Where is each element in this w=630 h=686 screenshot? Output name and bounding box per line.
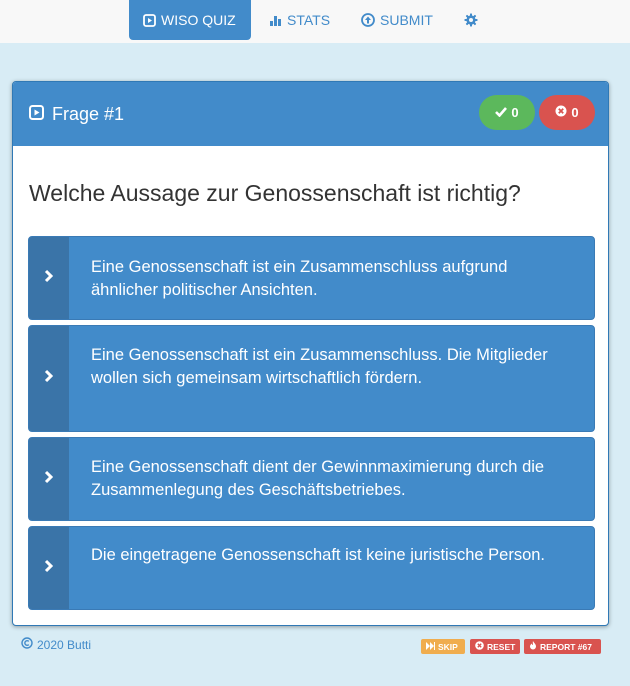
answer-option-stripe <box>29 237 69 319</box>
skip-button[interactable]: SKIP <box>421 639 465 654</box>
times-circle-icon <box>555 105 567 120</box>
answer-option-stripe <box>29 438 69 520</box>
nav-quiz-tab[interactable]: WISO QUIZ <box>129 0 251 40</box>
nav-quiz-label: WISO QUIZ <box>161 12 236 28</box>
nav-stats-label: STATS <box>287 12 331 28</box>
question-text: Welche Aussage zur Genossenschaft ist ri… <box>29 180 521 206</box>
answer-option-text: Eine Genossenschaft ist ein Zusammenschl… <box>91 346 548 387</box>
correct-count-badge: 0 <box>479 95 535 130</box>
question-number-label: Frage #1 <box>52 104 125 124</box>
skip-label: SKIP <box>438 641 458 652</box>
answer-option[interactable]: Eine Genossenschaft ist ein Zusammenschl… <box>28 325 595 432</box>
wrong-count-badge: 0 <box>539 95 595 130</box>
wrong-count: 0 <box>571 105 579 120</box>
nav-submit-label: SUBMIT <box>380 12 433 28</box>
question-card-header: Frage #1 0 0 <box>13 82 608 146</box>
times-circle-icon <box>475 641 484 652</box>
answer-option-text: Eine Genossenschaft dient der Gewinnmaxi… <box>91 458 545 499</box>
report-label: REPORT #67 <box>540 641 592 652</box>
nav-stats-link[interactable]: STATS <box>269 0 330 40</box>
play-square-icon <box>143 13 156 27</box>
report-button[interactable]: REPORT #67 <box>524 639 601 654</box>
reset-label: RESET <box>487 641 516 652</box>
nav-submit-link[interactable]: SUBMIT <box>361 0 433 40</box>
settings-button[interactable] <box>464 0 478 40</box>
copyright-notice: 2020 Butti <box>21 637 91 652</box>
chevron-right-icon <box>44 269 54 288</box>
chevron-right-icon <box>44 470 54 489</box>
answer-option-text: Die eingetragene Genossenschaft ist kein… <box>91 546 545 564</box>
fast-forward-icon <box>426 641 435 652</box>
question-card: Frage #1 0 0 Welche Aussage zur Genossen… <box>12 81 609 626</box>
answer-option[interactable]: Eine Genossenschaft ist ein Zusammenschl… <box>28 236 595 320</box>
copyright-icon <box>21 637 33 652</box>
fire-icon <box>529 641 537 652</box>
chevron-right-icon <box>44 369 54 388</box>
answer-option[interactable]: Eine Genossenschaft dient der Gewinnmaxi… <box>28 437 595 521</box>
answer-option-stripe <box>29 527 69 609</box>
copyright-text: 2020 Butti <box>37 637 92 652</box>
question-number: Frage #1 <box>29 104 124 125</box>
bar-chart-icon <box>269 14 282 27</box>
answer-option[interactable]: Die eingetragene Genossenschaft ist kein… <box>28 526 595 610</box>
answer-option-stripe <box>29 326 69 431</box>
arrow-up-circle-icon <box>361 13 375 27</box>
top-navbar: WISO QUIZ STATS SUBMIT <box>0 0 630 43</box>
gear-icon <box>464 13 478 27</box>
chevron-right-icon <box>44 559 54 578</box>
correct-count: 0 <box>511 105 519 120</box>
check-icon <box>495 105 508 120</box>
play-square-icon <box>29 104 44 125</box>
reset-button[interactable]: RESET <box>470 639 520 654</box>
answer-option-text: Eine Genossenschaft ist ein Zusammenschl… <box>91 258 508 299</box>
